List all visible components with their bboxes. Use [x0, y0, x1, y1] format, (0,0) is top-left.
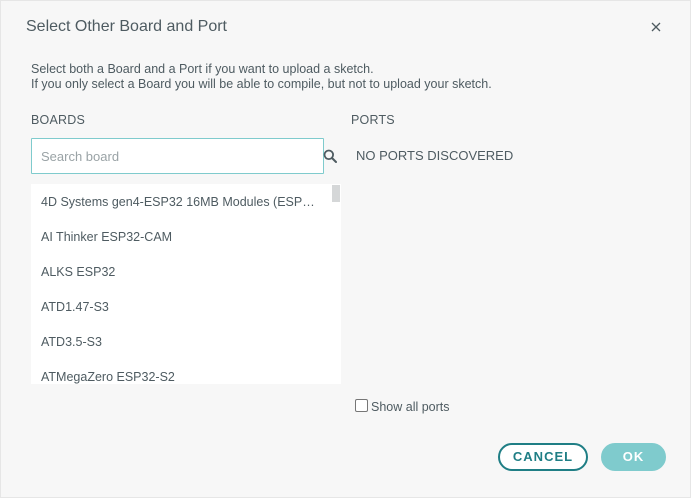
board-list-scrollbar[interactable]: [331, 184, 341, 384]
board-list[interactable]: 4D Systems gen4-ESP32 16MB Modules (ESP3…: [31, 184, 341, 384]
close-icon[interactable]: [648, 19, 664, 35]
show-all-ports-checkbox[interactable]: [355, 399, 368, 412]
intro-line-1: Select both a Board and a Port if you wa…: [31, 62, 374, 76]
show-all-ports-toggle[interactable]: Show all ports: [355, 399, 450, 414]
boards-heading: BOARDS: [31, 113, 85, 127]
dialog-title: Select Other Board and Port: [26, 18, 227, 35]
board-search-field[interactable]: [31, 138, 324, 174]
board-list-item[interactable]: 4D Systems gen4-ESP32 16MB Modules (ESP3…: [31, 185, 331, 220]
show-all-ports-label: Show all ports: [371, 400, 450, 414]
board-search-input[interactable]: [32, 139, 323, 173]
no-ports-message: NO PORTS DISCOVERED: [356, 148, 514, 163]
board-list-item[interactable]: ALKS ESP32: [31, 255, 331, 290]
board-list-scroll-thumb[interactable]: [332, 185, 340, 202]
board-list-item[interactable]: AI Thinker ESP32-CAM: [31, 220, 331, 255]
intro-line-2: If you only select a Board you will be a…: [31, 77, 492, 91]
dialog-intro: Select both a Board and a Port if you wa…: [31, 62, 492, 92]
search-icon: [323, 149, 337, 163]
cancel-button[interactable]: CANCEL: [498, 443, 588, 471]
ports-heading: PORTS: [351, 113, 395, 127]
board-list-item[interactable]: ATD1.47-S3: [31, 290, 331, 325]
board-list-item[interactable]: ATMegaZero ESP32-S2: [31, 360, 331, 384]
board-list-item[interactable]: ATD3.5-S3: [31, 325, 331, 360]
ok-button[interactable]: OK: [601, 443, 666, 471]
select-board-dialog: Select Other Board and Port Select both …: [0, 0, 691, 498]
